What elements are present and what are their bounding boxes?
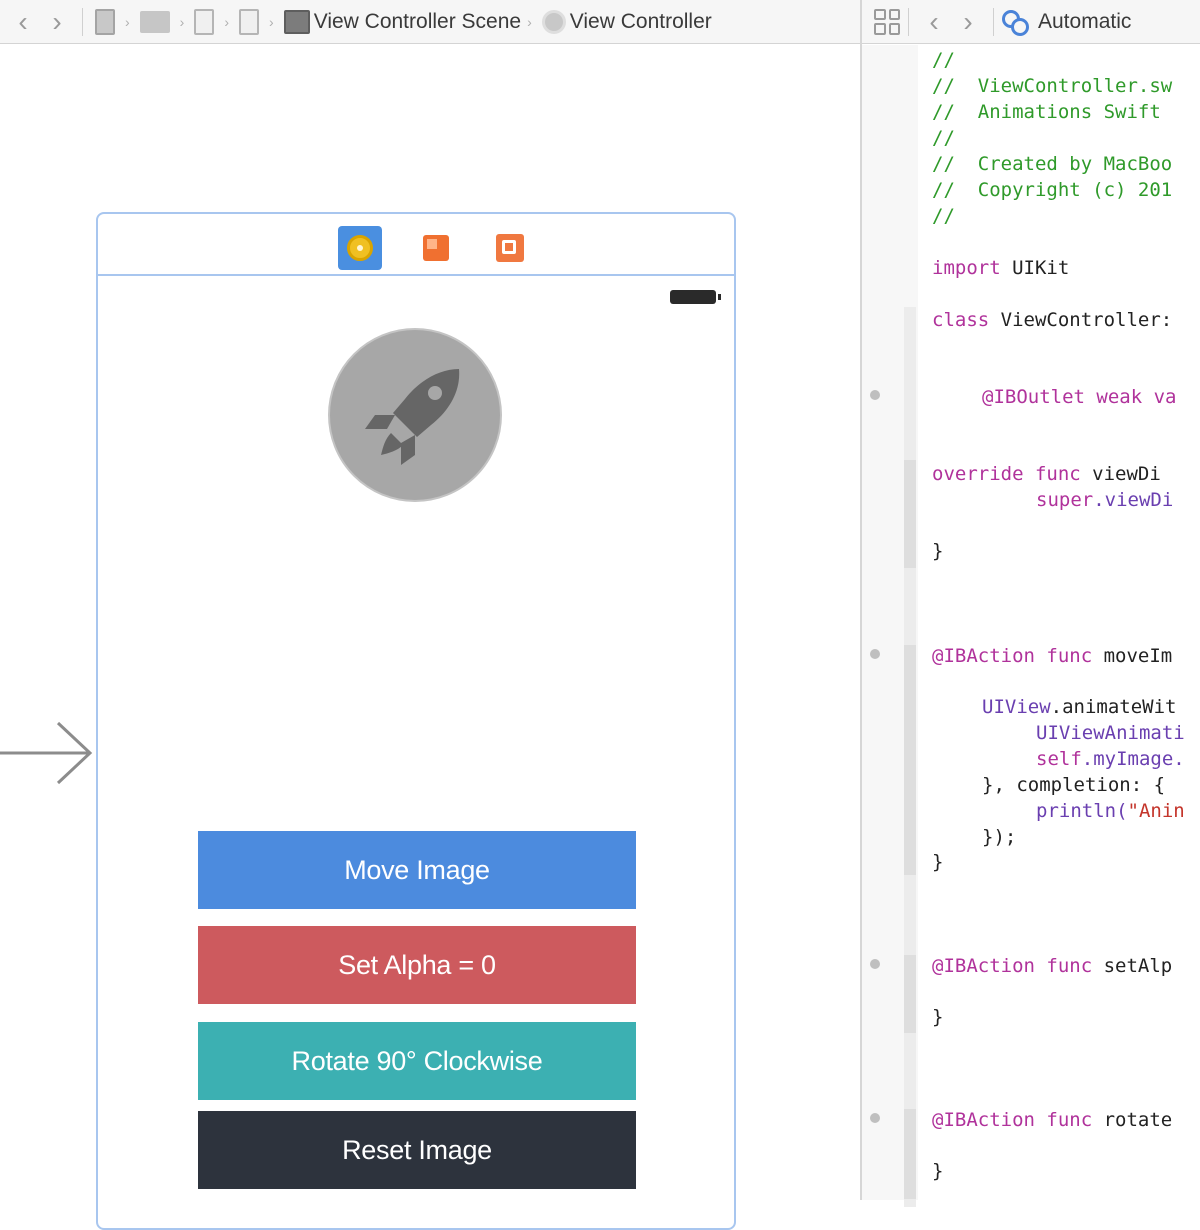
toolbar-separator bbox=[82, 7, 83, 36]
code-text: .viewDi bbox=[1093, 489, 1174, 511]
scene-icon bbox=[283, 9, 310, 34]
code-class-line: class ViewController: bbox=[932, 309, 1172, 331]
code-brace: } bbox=[932, 1160, 944, 1182]
code-text: setAlp bbox=[1092, 955, 1173, 977]
forward-chevron-icon[interactable]: › bbox=[951, 0, 985, 44]
code-brace: } bbox=[932, 1006, 944, 1028]
breadcrumb-arrow-icon: › bbox=[224, 13, 230, 30]
breadcrumb-arrow-icon: › bbox=[125, 13, 130, 30]
editor-jump-bar: ‹ › › › › › View Controller Scene › View… bbox=[0, 0, 860, 44]
code-action-line: @IBAction func moveIm bbox=[932, 645, 1172, 667]
scene-dock bbox=[98, 214, 734, 276]
code-text: ViewController: bbox=[989, 309, 1173, 331]
back-chevron-icon[interactable]: ‹ bbox=[6, 0, 40, 44]
code-keyword: super bbox=[1036, 489, 1094, 511]
project-file-icon[interactable] bbox=[95, 8, 115, 35]
source-editor[interactable]: // // ViewController.sw // Animations Sw… bbox=[932, 45, 1200, 1200]
back-chevron-icon[interactable]: ‹ bbox=[917, 0, 951, 44]
first-responder-icon[interactable] bbox=[414, 226, 458, 270]
breadcrumb-arrow-icon: › bbox=[269, 13, 274, 30]
code-text: .myImage. bbox=[1081, 748, 1185, 770]
assistant-mode-label[interactable]: Automatic bbox=[1038, 10, 1131, 34]
exit-shape bbox=[496, 234, 524, 262]
code-self-line: self.myImage. bbox=[1036, 748, 1185, 770]
action-connection-dot[interactable] bbox=[870, 1113, 880, 1123]
code-completion-line: }, completion: { bbox=[982, 774, 1166, 796]
code-comment: // bbox=[932, 49, 955, 71]
breadcrumb-arrow-icon: › bbox=[527, 13, 532, 30]
code-override-line: override func viewDi bbox=[932, 463, 1161, 485]
storyboard-canvas[interactable]: Move Image Set Alpha = 0 Rotate 90° Cloc… bbox=[0, 45, 860, 1230]
code-keyword: override func bbox=[932, 463, 1081, 485]
view-controller-dot bbox=[347, 235, 373, 261]
outlet-connection-dot[interactable] bbox=[870, 390, 880, 400]
toolbar-separator bbox=[908, 7, 909, 36]
fold-moveimage[interactable] bbox=[904, 645, 916, 875]
code-string: "Anin bbox=[1127, 800, 1185, 822]
view-controller-scene[interactable]: Move Image Set Alpha = 0 Rotate 90° Cloc… bbox=[96, 212, 736, 1230]
code-comment: // Created by MacBoo bbox=[932, 153, 1173, 175]
code-outlet-line: @IBOutlet weak va bbox=[982, 386, 1177, 408]
code-comment: // Animations Swift bbox=[932, 101, 1161, 123]
code-text: .animateWit bbox=[1050, 696, 1177, 718]
action-connection-dot[interactable] bbox=[870, 959, 880, 969]
related-items-grid-icon[interactable] bbox=[874, 8, 900, 35]
code-type: println( bbox=[1036, 800, 1128, 822]
code-keyword: @IBAction func bbox=[932, 1109, 1093, 1131]
fold-viewdidload[interactable] bbox=[904, 460, 916, 568]
set-alpha-button[interactable]: Set Alpha = 0 bbox=[198, 926, 636, 1004]
code-comment: // bbox=[932, 127, 955, 149]
code-action-line: @IBAction func rotate bbox=[932, 1109, 1172, 1131]
code-import-line: import UIKit bbox=[932, 257, 1069, 279]
breadcrumb-view-controller[interactable]: View Controller bbox=[570, 10, 712, 34]
code-keyword: class bbox=[932, 309, 990, 331]
folder-icon[interactable] bbox=[139, 10, 170, 33]
fold-setalpha[interactable] bbox=[904, 955, 916, 1033]
cube-shape bbox=[423, 235, 449, 261]
code-comment: // ViewController.sw bbox=[932, 75, 1173, 97]
code-brace: } bbox=[932, 851, 944, 873]
reset-image-button[interactable]: Reset Image bbox=[198, 1111, 636, 1189]
code-text: moveIm bbox=[1092, 645, 1173, 667]
code-text: UIKit bbox=[1000, 257, 1070, 279]
view-controller-small-icon bbox=[541, 9, 566, 34]
fold-rotate[interactable] bbox=[904, 1109, 916, 1199]
code-keyword: self bbox=[1036, 748, 1082, 770]
code-options-line: UIViewAnimati bbox=[1036, 722, 1185, 744]
code-comment: // bbox=[932, 205, 955, 227]
rotate-button[interactable]: Rotate 90° Clockwise bbox=[198, 1022, 636, 1100]
code-keyword: @IBAction func bbox=[932, 645, 1093, 667]
code-brace: } bbox=[932, 540, 944, 562]
code-folding-ribbon[interactable] bbox=[904, 45, 918, 1207]
view-controller-icon[interactable] bbox=[338, 226, 382, 270]
rocket-image-view[interactable] bbox=[328, 328, 502, 502]
forward-chevron-icon[interactable]: › bbox=[40, 0, 74, 44]
toolbar-separator bbox=[993, 7, 994, 36]
code-action-line: @IBAction func setAlp bbox=[932, 955, 1172, 977]
code-super-line: super.viewDi bbox=[1036, 489, 1173, 511]
battery-icon bbox=[670, 290, 721, 304]
code-keyword: import bbox=[932, 257, 1001, 279]
code-keyword: @IBAction func bbox=[932, 955, 1093, 977]
storyboard-file-icon[interactable] bbox=[194, 8, 215, 35]
assistant-jump-bar: ‹ › Automatic bbox=[862, 0, 1200, 44]
code-type: UIView bbox=[982, 696, 1051, 718]
code-text: viewDi bbox=[1080, 463, 1161, 485]
move-image-button[interactable]: Move Image bbox=[198, 831, 636, 909]
storyboard-base-icon[interactable] bbox=[239, 8, 260, 35]
arrow-right-icon[interactable] bbox=[0, 713, 96, 793]
code-text: rotate bbox=[1092, 1109, 1173, 1131]
breadcrumb-arrow-icon: › bbox=[179, 13, 185, 30]
code-comment: // Copyright (c) 201 bbox=[932, 179, 1173, 201]
exit-icon[interactable] bbox=[488, 226, 532, 270]
code-close-block: }); bbox=[982, 826, 1017, 848]
rocket-icon bbox=[365, 369, 460, 465]
action-connection-dot[interactable] bbox=[870, 649, 880, 659]
code-println-line: println("Anin bbox=[1036, 800, 1185, 822]
assistant-automatic-icon bbox=[1002, 8, 1030, 36]
code-animate-line: UIView.animateWit bbox=[982, 696, 1176, 718]
breadcrumb-scene[interactable]: View Controller Scene bbox=[314, 10, 521, 34]
